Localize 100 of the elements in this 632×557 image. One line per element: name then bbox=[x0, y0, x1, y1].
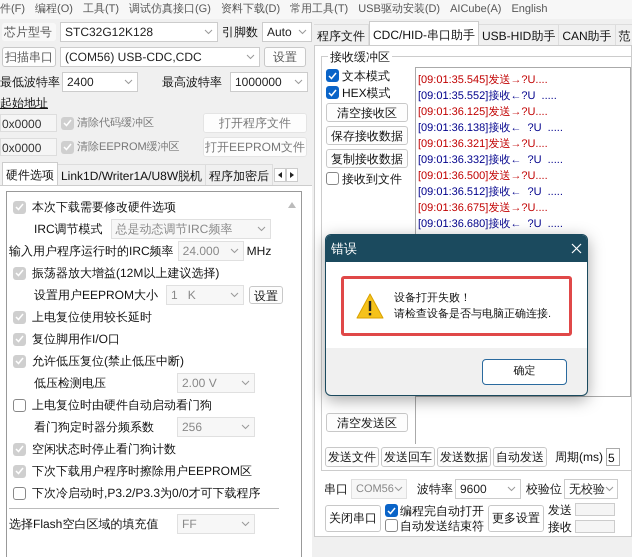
chevron-icon bbox=[204, 28, 213, 34]
log-line: [09:01:36.321]发送→?U.... bbox=[418, 137, 549, 152]
checkbox-label: 清除代码缓冲区 bbox=[77, 116, 155, 131]
checkbox[interactable] bbox=[326, 86, 339, 99]
scroll-button[interactable] bbox=[274, 168, 286, 182]
checkbox[interactable] bbox=[326, 69, 339, 82]
button[interactable]: 更多设置 bbox=[488, 504, 544, 532]
up-arrow-icon[interactable] bbox=[288, 202, 296, 208]
tab[interactable]: CDC/HID-串口助手 bbox=[369, 21, 479, 45]
checkbox[interactable] bbox=[385, 504, 398, 518]
menu-item[interactable]: English bbox=[511, 1, 548, 18]
button[interactable]: 发送数据 bbox=[437, 447, 491, 468]
menu-item[interactable]: 资料下载(D) bbox=[220, 1, 280, 18]
field-label: 校验位 bbox=[526, 480, 562, 498]
field-label: 周期(ms) bbox=[555, 449, 603, 466]
tab[interactable]: CAN助手 bbox=[559, 24, 616, 45]
checkbox-label: 下次下载用户程序时擦除用户EEPROM区 bbox=[32, 463, 252, 480]
field-label: 最低波特率 bbox=[0, 74, 61, 90]
tab[interactable]: 程序文件 bbox=[314, 24, 369, 45]
checkbox-label: 清除EEPROM缓冲区 bbox=[77, 140, 181, 155]
message-text: 请检查设备是否与电脑正确连接. bbox=[394, 306, 552, 322]
dropdown[interactable]: Auto bbox=[262, 22, 312, 42]
checkbox[interactable] bbox=[13, 354, 26, 368]
chevron-icon bbox=[298, 28, 307, 34]
checkbox[interactable] bbox=[13, 442, 26, 456]
tab[interactable]: 硬件选项 bbox=[2, 162, 58, 185]
menu-item[interactable]: 常用工具(T) bbox=[290, 1, 348, 18]
chevron-icon bbox=[230, 248, 239, 254]
field-label: 看门狗定时器分频系数 bbox=[34, 419, 154, 436]
menu-item[interactable]: 编程(O) bbox=[35, 1, 73, 18]
button[interactable]: 发送回车 bbox=[381, 447, 435, 468]
checkbox[interactable] bbox=[13, 310, 26, 324]
button[interactable]: 自动发送 bbox=[493, 447, 547, 468]
close-icon[interactable] bbox=[571, 243, 582, 254]
checkbox-label: 空闲状态时停止看门狗计数 bbox=[32, 441, 176, 458]
ok-button[interactable]: 确定 bbox=[482, 358, 567, 384]
button[interactable]: 关闭串口 bbox=[325, 504, 381, 532]
checkbox-label: 振荡器放大增益(12M以上建议选择) bbox=[32, 265, 220, 282]
checkbox-label: HEX模式 bbox=[342, 84, 391, 102]
chevron-icon bbox=[241, 424, 250, 430]
address-field[interactable]: 0x0000 bbox=[0, 114, 57, 132]
checkbox[interactable] bbox=[61, 116, 74, 130]
menu-item[interactable]: 工具(T) bbox=[82, 1, 119, 18]
button[interactable]: 发送文件 bbox=[325, 447, 379, 468]
field-label: 串口 bbox=[324, 480, 348, 498]
tab[interactable]: 范 bbox=[616, 24, 632, 45]
checkbox[interactable] bbox=[385, 519, 398, 532]
button[interactable]: 清空发送区 bbox=[326, 412, 408, 432]
button[interactable]: 扫描串口 bbox=[2, 46, 56, 66]
checkbox[interactable] bbox=[13, 332, 26, 346]
field-label: 芯片型号 bbox=[2, 22, 56, 40]
button[interactable]: 打开EEPROM文件 bbox=[203, 137, 307, 157]
dropdown[interactable]: 2400 bbox=[62, 72, 138, 92]
group-title: 接收缓冲区 bbox=[328, 48, 392, 66]
tab[interactable]: USB-HID助手 bbox=[479, 24, 560, 45]
tab[interactable]: 程序加密后 bbox=[206, 164, 274, 185]
checkbox-label: 复位脚用作I/O口 bbox=[32, 331, 120, 348]
checkbox[interactable] bbox=[13, 464, 26, 478]
checkbox[interactable] bbox=[326, 172, 339, 185]
checkbox-label: 上电复位使用较长延时 bbox=[32, 309, 152, 326]
dropdown[interactable]: 9600 bbox=[455, 478, 521, 499]
field-label: 起始地址 bbox=[0, 95, 48, 111]
checkbox[interactable] bbox=[13, 266, 26, 280]
chevron-icon bbox=[124, 78, 133, 84]
field-label: 引脚数 bbox=[222, 24, 258, 40]
field-label: 接收 bbox=[548, 518, 572, 536]
dropdown[interactable]: (COM56) USB-CDC,CDC bbox=[60, 46, 260, 66]
button[interactable]: 设置 bbox=[249, 286, 284, 304]
counter-field bbox=[575, 503, 615, 516]
scroll-button[interactable] bbox=[286, 168, 298, 182]
menu-item[interactable]: AICube(A) bbox=[450, 1, 502, 18]
checkbox[interactable] bbox=[13, 486, 26, 500]
checkbox-label: 自动发送结束符 bbox=[400, 518, 484, 535]
button[interactable]: 设置 bbox=[264, 46, 306, 66]
checkbox-label: 文本模式 bbox=[342, 68, 390, 84]
log-line: [09:01:36.138]接收← ?U ..... bbox=[418, 120, 564, 136]
field-label: IRC调节模式 bbox=[34, 221, 103, 238]
field-label: 输入用户程序运行时的IRC频率 bbox=[9, 243, 174, 260]
menu-item[interactable]: USB驱动安装(D) bbox=[358, 1, 440, 18]
unit-label: MHz bbox=[246, 243, 272, 260]
menu-item[interactable]: 件(F) bbox=[0, 1, 26, 18]
log-line: [09:01:36.680]接收← ?U ..... bbox=[418, 216, 564, 232]
period-field[interactable]: 5 bbox=[606, 448, 620, 466]
button[interactable]: 清空接收区 bbox=[326, 103, 408, 122]
button[interactable]: 复制接收数据 bbox=[326, 149, 408, 168]
dropdown[interactable]: 无校验 bbox=[564, 478, 618, 499]
button[interactable]: 打开程序文件 bbox=[203, 113, 307, 133]
address-field[interactable]: 0x0000 bbox=[0, 138, 57, 156]
counter-field bbox=[575, 520, 615, 534]
chevron-icon bbox=[605, 486, 614, 492]
chevron-icon bbox=[394, 486, 403, 492]
checkbox[interactable] bbox=[61, 140, 74, 154]
checkbox[interactable] bbox=[13, 398, 26, 412]
field-label: 设置用户EEPROM大小 bbox=[34, 287, 158, 304]
dropdown[interactable]: STC32G12K128 bbox=[60, 22, 218, 42]
dropdown[interactable]: 1000000 bbox=[230, 72, 308, 92]
button[interactable]: 保存接收数据 bbox=[326, 126, 408, 145]
checkbox[interactable] bbox=[13, 200, 26, 214]
menu-item[interactable]: 调试仿真接口(G) bbox=[128, 1, 211, 18]
tab[interactable]: Link1D/Writer1A/U8W脱机 bbox=[58, 164, 206, 185]
